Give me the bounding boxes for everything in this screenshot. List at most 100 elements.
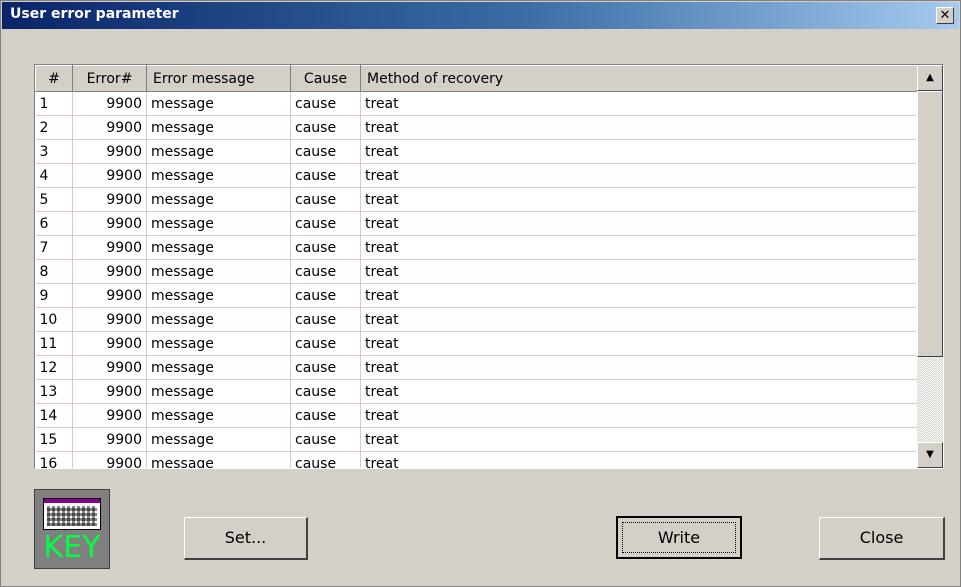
cell-index[interactable]: 12 [35,355,73,380]
table-row[interactable]: 7 9900 message cause treat [35,235,917,260]
cell-error-message[interactable]: message [146,235,291,260]
cell-recovery[interactable]: treat [360,403,917,428]
cell-index[interactable]: 11 [35,331,73,356]
cell-error-message[interactable]: message [146,163,291,188]
cell-error-message[interactable]: message [146,259,291,284]
cell-index[interactable]: 5 [35,187,73,212]
cell-recovery[interactable]: treat [360,379,917,404]
cell-index[interactable]: 6 [35,211,73,236]
cell-error-message[interactable]: message [146,331,291,356]
cell-error-message[interactable]: message [146,355,291,380]
vertical-scrollbar[interactable]: ▲ ▼ [917,65,943,468]
set-button[interactable]: Set... [184,517,308,560]
cell-error-number[interactable]: 9900 [72,427,147,452]
cell-recovery[interactable]: treat [360,427,917,452]
cell-cause[interactable]: cause [290,403,361,428]
cell-index[interactable]: 14 [35,403,73,428]
cell-error-message[interactable]: message [146,403,291,428]
title-bar[interactable]: User error parameter ✕ [2,2,959,29]
table-row[interactable]: 12 9900 message cause treat [35,355,917,380]
table-row[interactable]: 15 9900 message cause treat [35,427,917,452]
cell-error-number[interactable]: 9900 [72,451,147,468]
cell-recovery[interactable]: treat [360,91,917,116]
cell-cause[interactable]: cause [290,259,361,284]
cell-index[interactable]: 1 [35,91,73,116]
cell-cause[interactable]: cause [290,91,361,116]
cell-recovery[interactable]: treat [360,259,917,284]
cell-error-message[interactable]: message [146,115,291,140]
column-header-error-number[interactable]: Error# [72,65,147,92]
table-row[interactable]: 1 9900 message cause treat [35,91,917,116]
cell-cause[interactable]: cause [290,379,361,404]
cell-error-number[interactable]: 9900 [72,115,147,140]
scroll-thumb[interactable] [917,91,943,357]
table-row[interactable]: 4 9900 message cause treat [35,163,917,188]
table-row[interactable]: 13 9900 message cause treat [35,379,917,404]
cell-error-message[interactable]: message [146,139,291,164]
cell-error-message[interactable]: message [146,427,291,452]
table-row[interactable]: 9 9900 message cause treat [35,283,917,308]
cell-cause[interactable]: cause [290,211,361,236]
cell-index[interactable]: 13 [35,379,73,404]
cell-cause[interactable]: cause [290,235,361,260]
cell-cause[interactable]: cause [290,187,361,212]
cell-cause[interactable]: cause [290,451,361,468]
column-header-cause[interactable]: Cause [290,65,361,92]
cell-cause[interactable]: cause [290,139,361,164]
column-header-recovery[interactable]: Method of recovery [360,65,917,92]
cell-index[interactable]: 9 [35,283,73,308]
cell-recovery[interactable]: treat [360,451,917,468]
cell-recovery[interactable]: treat [360,235,917,260]
cell-cause[interactable]: cause [290,331,361,356]
cell-error-number[interactable]: 9900 [72,91,147,116]
cell-error-number[interactable]: 9900 [72,283,147,308]
cell-error-message[interactable]: message [146,187,291,212]
scroll-up-icon[interactable]: ▲ [917,65,943,91]
cell-index[interactable]: 15 [35,427,73,452]
cell-error-message[interactable]: message [146,451,291,468]
table-row[interactable]: 10 9900 message cause treat [35,307,917,332]
cell-error-number[interactable]: 9900 [72,307,147,332]
cell-index[interactable]: 7 [35,235,73,260]
cell-error-message[interactable]: message [146,307,291,332]
cell-cause[interactable]: cause [290,163,361,188]
cell-error-number[interactable]: 9900 [72,355,147,380]
cell-index[interactable]: 3 [35,139,73,164]
cell-error-number[interactable]: 9900 [72,259,147,284]
table-row[interactable]: 5 9900 message cause treat [35,187,917,212]
close-icon[interactable]: ✕ [936,7,954,24]
close-button[interactable]: Close [819,517,945,560]
cell-error-message[interactable]: message [146,211,291,236]
cell-recovery[interactable]: treat [360,163,917,188]
column-header-error-message[interactable]: Error message [146,65,291,92]
cell-error-message[interactable]: message [146,91,291,116]
cell-error-number[interactable]: 9900 [72,379,147,404]
cell-error-number[interactable]: 9900 [72,163,147,188]
cell-recovery[interactable]: treat [360,283,917,308]
cell-error-message[interactable]: message [146,283,291,308]
cell-cause[interactable]: cause [290,427,361,452]
cell-index[interactable]: 2 [35,115,73,140]
keyboard-icon[interactable]: KEY [34,489,110,569]
cell-error-number[interactable]: 9900 [72,403,147,428]
cell-index[interactable]: 8 [35,259,73,284]
table-row[interactable]: 2 9900 message cause treat [35,115,917,140]
scroll-down-icon[interactable]: ▼ [917,442,943,468]
cell-recovery[interactable]: treat [360,211,917,236]
table-row[interactable]: 8 9900 message cause treat [35,259,917,284]
cell-recovery[interactable]: treat [360,355,917,380]
cell-cause[interactable]: cause [290,307,361,332]
cell-recovery[interactable]: treat [360,307,917,332]
cell-error-number[interactable]: 9900 [72,139,147,164]
cell-cause[interactable]: cause [290,115,361,140]
cell-recovery[interactable]: treat [360,187,917,212]
cell-recovery[interactable]: treat [360,139,917,164]
cell-error-number[interactable]: 9900 [72,211,147,236]
table-row[interactable]: 3 9900 message cause treat [35,139,917,164]
cell-cause[interactable]: cause [290,355,361,380]
cell-cause[interactable]: cause [290,283,361,308]
write-button[interactable]: Write [616,516,742,559]
cell-recovery[interactable]: treat [360,115,917,140]
cell-index[interactable]: 16 [35,451,73,468]
cell-error-number[interactable]: 9900 [72,235,147,260]
